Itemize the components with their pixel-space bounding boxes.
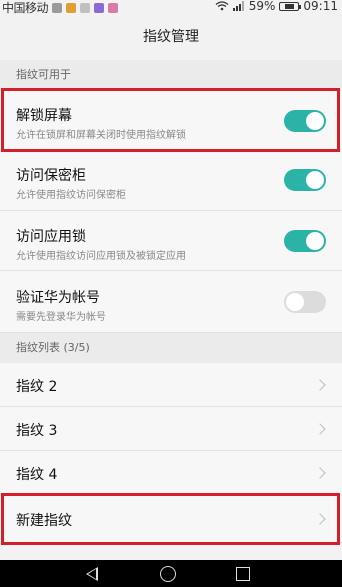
recent-apps-icon[interactable] — [236, 567, 250, 581]
wifi-icon — [215, 1, 229, 11]
status-bar: 中国移动 59% 09:11 — [0, 0, 342, 15]
battery-level — [285, 3, 295, 9]
fingerprint-item[interactable]: 指纹 4 — [0, 451, 342, 495]
setting-title: 访问应用锁 — [16, 229, 86, 245]
setting-subtitle: 允许在锁屏和屏幕关闭时使用指纹解锁 — [16, 130, 186, 141]
fingerprint-item[interactable]: 指纹 2 — [0, 363, 342, 407]
setting-row-huawei-account[interactable]: 验证华为帐号 需要先登录华为帐号 — [0, 271, 342, 333]
toggle-switch[interactable] — [284, 169, 326, 191]
toggle-knob — [286, 293, 304, 311]
setting-title: 验证华为帐号 — [16, 290, 100, 306]
new-fingerprint-row[interactable]: 新建指纹 — [0, 495, 342, 543]
fingerprint-label: 指纹 4 — [16, 467, 58, 483]
toggle-knob — [306, 112, 324, 130]
toggle-switch[interactable] — [284, 110, 326, 132]
fingerprint-label: 指纹 3 — [16, 423, 58, 439]
page-title: 指纹管理 — [143, 29, 199, 45]
chevron-right-icon — [314, 467, 326, 479]
battery-percent: 59% — [248, 0, 276, 13]
app-notification-icon — [94, 2, 105, 13]
new-fingerprint-label: 新建指纹 — [16, 513, 72, 529]
app-notification-icon — [66, 2, 77, 13]
app-notification-icon — [80, 2, 91, 13]
setting-subtitle: 允许使用指纹访问应用锁及被锁定应用 — [16, 251, 186, 262]
home-icon[interactable] — [160, 566, 176, 582]
setting-title: 解锁屏幕 — [16, 108, 72, 124]
signal-icon — [232, 1, 244, 11]
section-header-usage: 指纹可用于 — [0, 60, 342, 90]
setting-row-unlock-screen[interactable]: 解锁屏幕 允许在锁屏和屏幕关闭时使用指纹解锁 — [0, 90, 342, 152]
fingerprint-item[interactable]: 指纹 3 — [0, 407, 342, 451]
back-icon[interactable] — [86, 567, 98, 581]
toggle-switch[interactable] — [284, 291, 326, 313]
setting-title: 访问保密柜 — [16, 168, 86, 184]
app-notification-icon — [108, 2, 119, 13]
chevron-right-icon — [314, 513, 326, 525]
toggle-switch[interactable] — [284, 230, 326, 252]
setting-row-safe-box[interactable]: 访问保密柜 允许使用指纹访问保密柜 — [0, 152, 342, 211]
toggle-knob — [306, 171, 324, 189]
section-header-fingerprint-list: 指纹列表 (3/5) — [0, 333, 342, 363]
chevron-right-icon — [314, 379, 326, 391]
setting-subtitle: 需要先登录华为帐号 — [16, 312, 106, 323]
navigation-bar — [0, 560, 342, 587]
app-notification-icon — [52, 2, 63, 13]
chevron-right-icon — [314, 423, 326, 435]
clock: 09:11 — [303, 0, 338, 13]
setting-row-app-lock[interactable]: 访问应用锁 允许使用指纹访问应用锁及被锁定应用 — [0, 211, 342, 271]
status-right: 59% 09:11 — [215, 0, 338, 13]
fingerprint-label: 指纹 2 — [16, 379, 58, 395]
toggle-knob — [306, 232, 324, 250]
setting-subtitle: 允许使用指纹访问保密柜 — [16, 190, 126, 201]
battery-icon — [279, 1, 302, 11]
